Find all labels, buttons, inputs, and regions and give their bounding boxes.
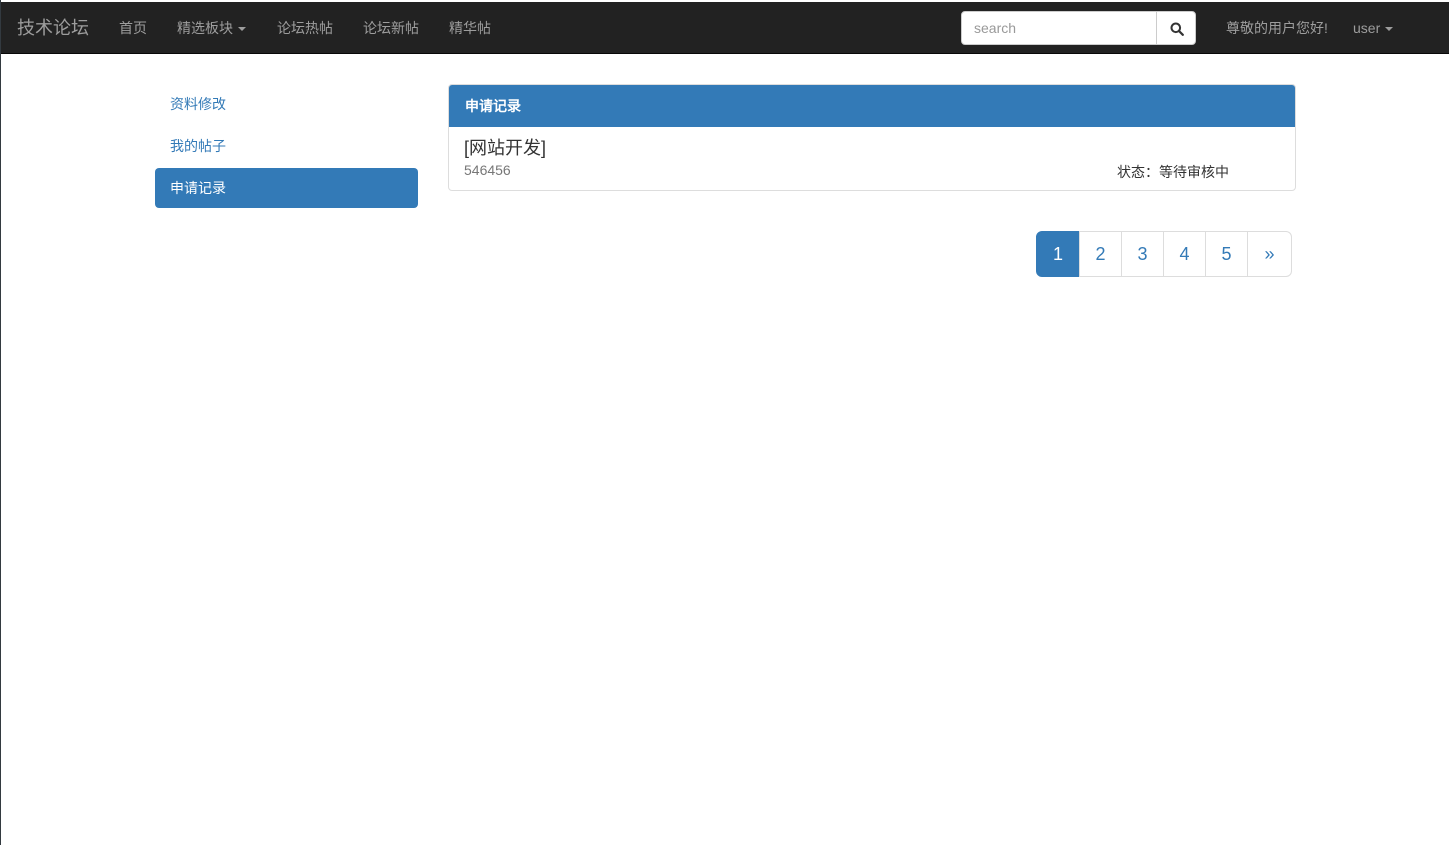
user-greeting: 尊敬的用户您好! [1226,20,1328,36]
caret-down-icon [1385,27,1394,32]
search-icon [1170,22,1184,36]
top-navbar: 技术论坛 首页 精选板块 论坛热帖 论坛新帖 精华帖 尊敬的用户您好! user [1,2,1449,54]
page-3-button[interactable]: 3 [1121,231,1164,277]
nav-hot-posts[interactable]: 论坛热帖 [277,2,333,54]
nav-new-posts[interactable]: 论坛新帖 [363,2,419,54]
sidebar-item-my-posts[interactable]: 我的帖子 [155,126,418,166]
search-form [961,11,1196,45]
search-button[interactable] [1156,11,1196,45]
search-input[interactable] [961,11,1157,45]
pagination: 1 2 3 4 5 » [1036,231,1292,277]
nav-featured-boards-dropdown[interactable]: 精选板块 [177,2,246,54]
brand-logo[interactable]: 技术论坛 [17,2,89,54]
user-menu-dropdown[interactable]: user [1353,2,1394,54]
panel-heading: 申请记录 [449,85,1295,127]
window-edge [0,0,1,845]
record-title[interactable]: [网站开发] [464,134,546,160]
caret-down-icon [238,27,246,32]
page-2-button[interactable]: 2 [1079,231,1122,277]
application-records-panel: 申请记录 [网站开发] 546456 状态：等待审核中 [448,84,1296,191]
record-status: 状态：等待审核中 [1117,164,1229,180]
page-5-button[interactable]: 5 [1205,231,1248,277]
nav-essence-posts[interactable]: 精华帖 [449,2,491,54]
next-page-button[interactable]: » [1247,231,1292,277]
user-menu-label: user [1353,20,1381,36]
nav-featured-boards-label: 精选板块 [177,20,233,36]
record-content: 546456 [464,162,511,178]
sidebar-item-profile-edit[interactable]: 资料修改 [155,84,418,124]
page-1-button[interactable]: 1 [1036,231,1080,277]
nav-home[interactable]: 首页 [119,2,147,54]
sidebar-item-application-records[interactable]: 申请记录 [155,168,418,208]
page-4-button[interactable]: 4 [1163,231,1206,277]
